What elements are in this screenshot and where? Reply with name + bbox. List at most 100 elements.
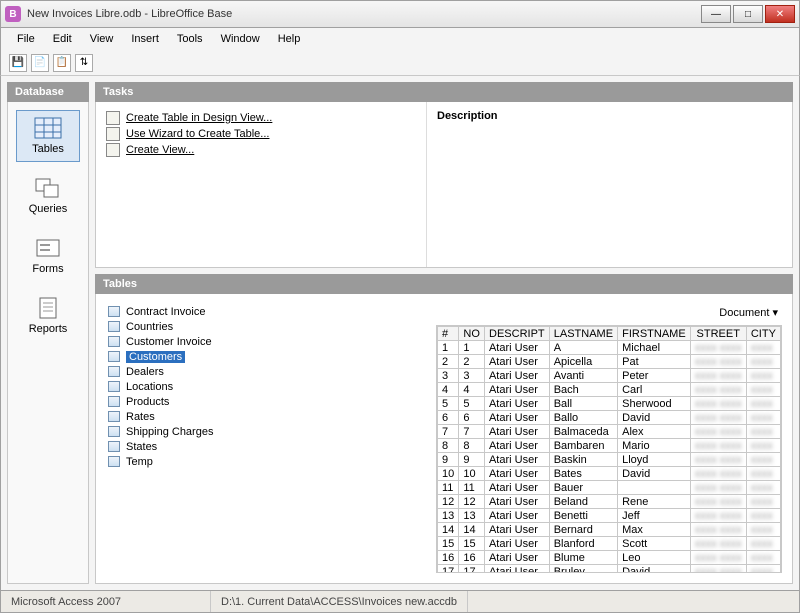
cell-street: xxxx xxxx [690,481,746,495]
task-create-view[interactable]: Create View... [106,142,416,158]
cell-no: 14 [459,523,485,537]
table-row[interactable]: 66Atari UserBalloDavidxxxx xxxxxxxx [438,411,781,425]
table-item[interactable]: Contract Invoice [106,304,426,319]
table-item-label: Rates [126,411,155,423]
table-item[interactable]: Customer Invoice [106,334,426,349]
cell-no: 10 [459,467,485,481]
column-header[interactable]: # [438,327,459,341]
table-item[interactable]: States [106,439,426,454]
table-item[interactable]: Countries [106,319,426,334]
cell-street: xxxx xxxx [690,383,746,397]
table-item[interactable]: Shipping Charges [106,424,426,439]
cell-street: xxxx xxxx [690,453,746,467]
document-dropdown[interactable]: Document ▾ [436,304,782,325]
cell-firstname: Carl [618,383,691,397]
menu-help[interactable]: Help [270,31,309,47]
close-button[interactable]: ✕ [765,5,795,23]
cell-lastname: Bernard [549,523,617,537]
toolbar-save-icon[interactable]: 💾 [9,54,27,72]
cell-firstname: Mario [618,439,691,453]
table-row[interactable]: 88Atari UserBambarenMarioxxxx xxxxxxxx [438,439,781,453]
table-item-label: Shipping Charges [126,426,213,438]
column-header[interactable]: CITY [746,327,780,341]
toolbar-copy-icon[interactable]: 📄 [31,54,49,72]
tables-panel: Tables Contract InvoiceCountriesCustomer… [95,274,793,584]
sidebar-item-reports[interactable]: Reports [16,290,80,342]
sidebar-item-label: Forms [32,263,63,275]
sidebar-item-label: Reports [29,323,68,335]
menu-window[interactable]: Window [213,31,268,47]
table-row[interactable]: 1010Atari UserBatesDavidxxxx xxxxxxxx [438,467,781,481]
task-icon [106,111,120,125]
cell-lastname: Bambaren [549,439,617,453]
table-row[interactable]: 11Atari UserAMichaelxxxx xxxxxxxx [438,341,781,355]
cell-firstname: Rene [618,495,691,509]
table-item[interactable]: Customers [106,349,426,364]
cell-city: xxxx [746,355,780,369]
table-row[interactable]: 1414Atari UserBernardMaxxxxx xxxxxxxx [438,523,781,537]
table-item[interactable]: Dealers [106,364,426,379]
table-item-label: Products [126,396,169,408]
tasks-list: Create Table in Design View... Use Wizar… [96,102,426,267]
table-row[interactable]: 1616Atari UserBlumeLeoxxxx xxxxxxxx [438,551,781,565]
menu-insert[interactable]: Insert [123,31,167,47]
column-header[interactable]: STREET [690,327,746,341]
cell-lastname: Benetti [549,509,617,523]
table-row[interactable]: 77Atari UserBalmacedaAlexxxxx xxxxxxxx [438,425,781,439]
table-row[interactable]: 1515Atari UserBlanfordScottxxxx xxxxxxxx [438,537,781,551]
menu-view[interactable]: View [82,31,122,47]
cell-lastname: Apicella [549,355,617,369]
cell-descript: Atari User [484,523,549,537]
column-header[interactable]: DESCRIPT [484,327,549,341]
cell-lastname: Bach [549,383,617,397]
table-item[interactable]: Locations [106,379,426,394]
cell-lastname: Bruley [549,565,617,574]
sidebar-item-queries[interactable]: Queries [16,170,80,222]
table-row[interactable]: 33Atari UserAvantiPeterxxxx xxxxxxxx [438,369,781,383]
cell-street: xxxx xxxx [690,425,746,439]
task-wizard-create-table[interactable]: Use Wizard to Create Table... [106,126,416,142]
table-row[interactable]: 99Atari UserBaskinLloydxxxx xxxxxxxx [438,453,781,467]
table-row[interactable]: 44Atari UserBachCarlxxxx xxxxxxxx [438,383,781,397]
window-title: New Invoices Libre.odb - LibreOffice Bas… [27,8,695,20]
preview-grid-wrap[interactable]: #NODESCRIPTLASTNAMEFIRSTNAMESTREETCITY 1… [436,325,782,573]
task-create-table-design[interactable]: Create Table in Design View... [106,110,416,126]
table-row[interactable]: 1313Atari UserBenettiJeffxxxx xxxxxxxx [438,509,781,523]
toolbar-paste-icon[interactable]: 📋 [53,54,71,72]
menu-tools[interactable]: Tools [169,31,211,47]
table-row[interactable]: 1212Atari UserBelandRenexxxx xxxxxxxx [438,495,781,509]
menu-file[interactable]: File [9,31,43,47]
cell-descript: Atari User [484,495,549,509]
column-header[interactable]: FIRSTNAME [618,327,691,341]
table-item[interactable]: Temp [106,454,426,469]
cell-firstname: David [618,565,691,574]
column-header[interactable]: LASTNAME [549,327,617,341]
column-header[interactable]: NO [459,327,485,341]
table-item[interactable]: Products [106,394,426,409]
menubar: File Edit View Insert Tools Window Help [0,28,800,50]
table-row[interactable]: 22Atari UserApicellaPatxxxx xxxxxxxx [438,355,781,369]
maximize-button[interactable]: □ [733,5,763,23]
toolbar-sort-icon[interactable]: ⇅ [75,54,93,72]
cell-lastname: Blume [549,551,617,565]
cell-firstname: Pat [618,355,691,369]
table-row[interactable]: 1717Atari UserBruleyDavidxxxx xxxxxxxx [438,565,781,574]
table-row[interactable]: 1111Atari UserBauerxxxx xxxxxxxx [438,481,781,495]
sidebar-item-tables[interactable]: Tables [16,110,80,162]
table-icon [108,411,120,422]
table-item[interactable]: Rates [106,409,426,424]
task-icon [106,143,120,157]
cell-firstname: Sherwood [618,397,691,411]
cell-firstname [618,481,691,495]
table-item-label: Countries [126,321,173,333]
sidebar-item-forms[interactable]: Forms [16,230,80,282]
cell-no: 4 [459,383,485,397]
toolbar: 💾 📄 📋 ⇅ [0,50,800,76]
table-row[interactable]: 55Atari UserBallSherwoodxxxx xxxxxxxx [438,397,781,411]
table-icon [108,381,120,392]
cell-city: xxxx [746,523,780,537]
menu-edit[interactable]: Edit [45,31,80,47]
minimize-button[interactable]: — [701,5,731,23]
table-icon [108,336,120,347]
cell-firstname: Scott [618,537,691,551]
